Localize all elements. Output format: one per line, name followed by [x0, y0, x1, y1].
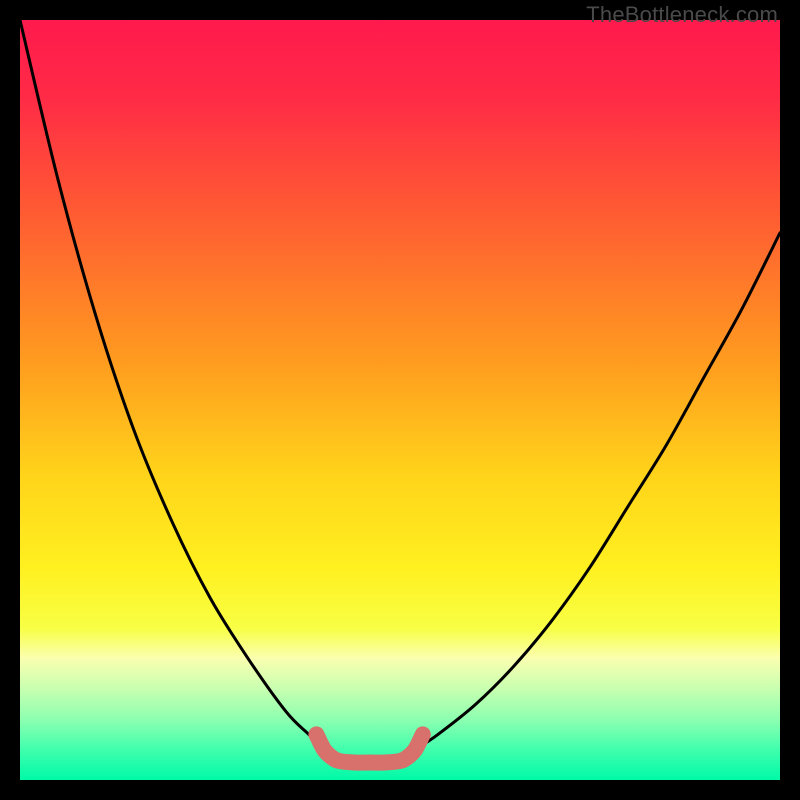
watermark-text: TheBottleneck.com [586, 2, 778, 28]
curve-right-black [415, 233, 780, 750]
curve-left-black [20, 20, 324, 750]
plot-area [20, 20, 780, 780]
curve-bottom-red [316, 734, 422, 762]
outer-frame: TheBottleneck.com [0, 0, 800, 800]
curves-layer [20, 20, 780, 780]
